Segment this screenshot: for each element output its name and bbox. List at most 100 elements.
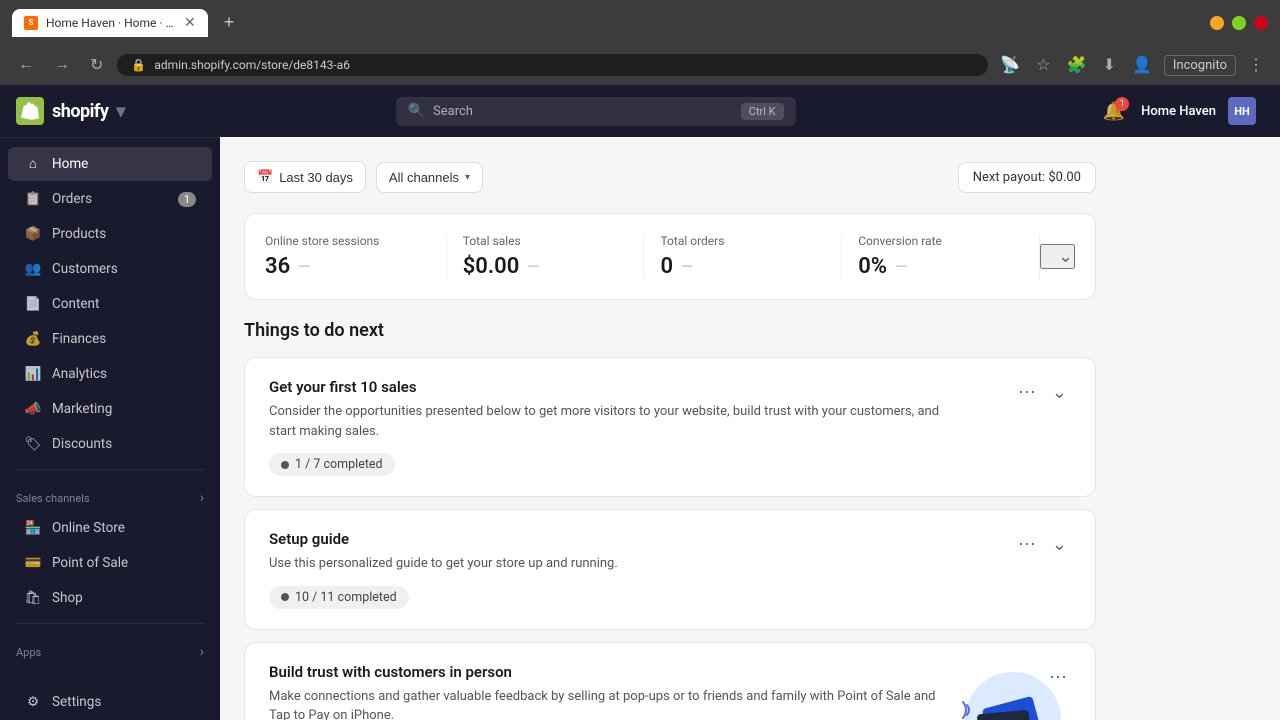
total-sales-label: Total sales (463, 234, 628, 248)
maximize-button[interactable]: □ (1232, 16, 1246, 30)
nav-home-label: Home (52, 156, 88, 172)
sidebar-item-content[interactable]: 📄 Content (8, 287, 212, 321)
ssl-icon: 🔒 (131, 58, 146, 72)
refresh-button[interactable]: ↻ (84, 51, 109, 79)
sidebar-item-orders[interactable]: 📋 Orders 1 (8, 182, 212, 216)
apps-title: Apps (16, 646, 41, 659)
back-button[interactable]: ← (12, 52, 40, 78)
setup-guide-desc: Use this personalized guide to get your … (269, 554, 949, 574)
finances-icon: 💰 (24, 330, 42, 348)
first-sales-progress-text: 1 / 7 completed (295, 457, 383, 472)
bookmark-icon[interactable]: ☆ (1032, 51, 1054, 79)
nav-analytics-label: Analytics (52, 366, 107, 382)
nav-shop-label: Shop (52, 590, 83, 606)
cast-icon[interactable]: 📡 (996, 51, 1024, 79)
tab-close-button[interactable]: ✕ (184, 15, 196, 31)
task-card-first-sales: Get your first 10 sales Consider the opp… (244, 357, 1096, 497)
task-card-build-trust: Build trust with customers in person Mak… (244, 642, 1096, 720)
setup-guide-progress: 10 / 11 completed (269, 586, 409, 609)
sidebar-item-home[interactable]: ⌂ Home (8, 147, 212, 181)
date-range-label: Last 30 days (279, 170, 353, 185)
new-tab-button[interactable]: + (216, 8, 243, 37)
sidebar-item-point-of-sale[interactable]: 💳 Point of Sale (8, 546, 212, 580)
stats-expand-button[interactable]: ⌄ (1040, 244, 1075, 269)
nav-products-label: Products (52, 226, 106, 242)
tab-favicon: S (24, 16, 38, 30)
more-options-icon[interactable]: ⋮ (1244, 51, 1268, 79)
sidebar-item-discounts[interactable]: 🏷 Discounts (8, 427, 212, 461)
browser-titlebar: S Home Haven · Home · Shopify ✕ + − □ ✕ (0, 0, 1280, 45)
nav-content-label: Content (52, 296, 99, 312)
sidebar-item-marketing[interactable]: 📣 Marketing (8, 392, 212, 426)
sidebar-item-shop[interactable]: 🛍 Shop (8, 581, 212, 615)
marketing-icon: 📣 (24, 400, 42, 418)
top-bar-right: 🔔 1 Home Haven HH (1099, 97, 1256, 126)
notification-button[interactable]: 🔔 1 (1099, 97, 1129, 126)
analytics-icon: 📊 (24, 365, 42, 383)
progress-dot-setup-guide (281, 593, 289, 601)
date-range-filter[interactable]: 📅 Last 30 days (244, 161, 366, 193)
minimize-button[interactable]: − (1210, 16, 1224, 30)
channel-filter[interactable]: All channels ▾ (376, 162, 483, 193)
sidebar-nav: ⌂ Home 📋 Orders 1 📦 Products 👥 Customers… (0, 138, 220, 672)
stat-conversion-rate: Conversion rate 0% — (842, 234, 1040, 279)
download-icon[interactable]: ⬇ (1099, 51, 1120, 79)
stat-online-sessions: Online store sessions 36 — (265, 234, 447, 279)
first-sales-more-button[interactable]: ⋯ (1014, 378, 1040, 407)
avatar[interactable]: HH (1228, 97, 1256, 125)
build-trust-content: Build trust with customers in person Mak… (269, 663, 1033, 720)
sidebar: shopify ▾ ⌂ Home 📋 Orders 1 📦 Products 👥… (0, 85, 220, 720)
profile-icon[interactable]: 👤 (1128, 51, 1156, 79)
sidebar-item-finances[interactable]: 💰 Finances (8, 322, 212, 356)
section-title-things-to-do: Things to do next (244, 320, 1096, 341)
sessions-dash: — (298, 257, 310, 276)
close-button[interactable]: ✕ (1254, 16, 1268, 30)
setup-guide-collapse-button[interactable]: ⌄ (1048, 530, 1071, 559)
sidebar-item-customers[interactable]: 👥 Customers (8, 252, 212, 286)
total-orders-value: 0 — (660, 254, 825, 279)
customers-icon: 👥 (24, 260, 42, 278)
sidebar-item-analytics[interactable]: 📊 Analytics (8, 357, 212, 391)
shopify-logo[interactable]: shopify ▾ (16, 97, 125, 125)
progress-dot-first-sales (281, 461, 289, 469)
sidebar-header: shopify ▾ (0, 85, 220, 138)
forward-button[interactable]: → (48, 52, 76, 78)
sales-channels-expand[interactable]: › (200, 490, 204, 506)
sidebar-item-online-store[interactable]: 🏪 Online Store (8, 511, 212, 545)
channel-filter-label: All channels (389, 170, 459, 185)
first-sales-collapse-button[interactable]: ⌄ (1048, 378, 1071, 407)
app-container: shopify ▾ ⌂ Home 📋 Orders 1 📦 Products 👥… (0, 85, 1280, 720)
online-sessions-value: 36 — (265, 254, 430, 279)
search-bar[interactable]: 🔍 Search Ctrl K (396, 97, 796, 126)
apps-section: Apps › (0, 632, 220, 664)
sidebar-toggle[interactable]: ▾ (116, 101, 125, 122)
setup-guide-more-button[interactable]: ⋯ (1014, 530, 1040, 559)
url-text: admin.shopify.com/store/de8143-a6 (154, 58, 350, 72)
search-icon: 🔍 (408, 103, 425, 119)
tab-title: Home Haven · Home · Shopify (46, 16, 176, 30)
shop-icon: 🛍 (24, 589, 42, 607)
total-sales-value: $0.00 — (463, 254, 628, 279)
orders-dash: — (681, 257, 693, 276)
orders-icon: 📋 (24, 190, 42, 208)
nav-pos-label: Point of Sale (52, 555, 128, 571)
shopify-logo-icon (16, 97, 44, 125)
sales-dash: — (527, 257, 539, 276)
setup-guide-controls: ⋯ ⌄ (1014, 530, 1071, 559)
nav-online-store-label: Online Store (52, 520, 125, 536)
next-payout: Next payout: $0.00 (958, 162, 1096, 193)
online-store-icon: 🏪 (24, 519, 42, 537)
browser-tab[interactable]: S Home Haven · Home · Shopify ✕ (12, 9, 208, 37)
task-card-body-setup-guide: Setup guide Use this personalized guide … (269, 530, 1002, 609)
nav-settings-label: Settings (52, 694, 101, 710)
build-trust-title: Build trust with customers in person (269, 663, 1033, 681)
apps-expand[interactable]: › (200, 644, 204, 660)
filters-bar: 📅 Last 30 days All channels ▾ Next payou… (244, 161, 1096, 193)
build-trust-desc: Make connections and gather valuable fee… (269, 687, 949, 720)
sidebar-divider-2 (16, 623, 204, 624)
sidebar-item-products[interactable]: 📦 Products (8, 217, 212, 251)
sidebar-item-settings[interactable]: ⚙ Settings (8, 685, 212, 719)
address-bar[interactable]: 🔒 admin.shopify.com/store/de8143-a6 (117, 54, 988, 76)
extensions-icon[interactable]: 🧩 (1063, 51, 1091, 79)
total-orders-label: Total orders (660, 234, 825, 248)
